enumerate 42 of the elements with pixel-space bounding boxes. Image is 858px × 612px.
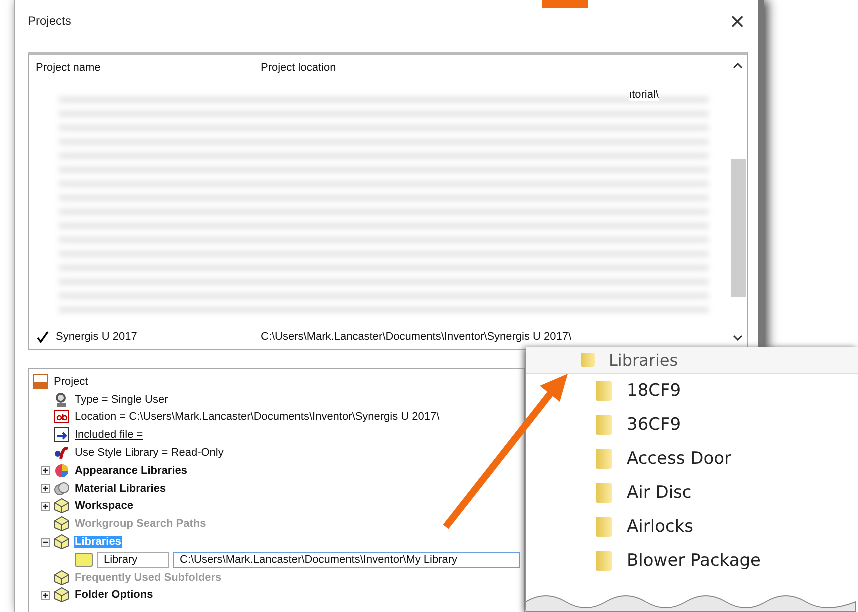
project-row[interactable]: Synergis U 2017 C:\Users\Mark.Lancaster\Documents\Inventor\Synergis U 2017\ — [29, 325, 729, 349]
tree-item[interactable]: Included file = — [74, 429, 144, 442]
pointer-marker — [542, 0, 588, 8]
name-field[interactable]: Library — [97, 552, 169, 568]
tree-item[interactable]: Project — [53, 376, 90, 388]
check-icon — [36, 330, 50, 344]
link-icon — [54, 427, 70, 444]
tree-item[interactable]: Appearance Libraries — [74, 464, 188, 477]
scroll-up-icon — [733, 63, 743, 69]
tree-item[interactable]: Type = Single User — [74, 394, 170, 406]
folder-item[interactable]: Air Disc — [627, 483, 692, 503]
folder-item[interactable]: 36CF9 — [627, 415, 682, 435]
tree-item[interactable]: Use Style Library = Read-Only — [74, 447, 225, 460]
tree-item[interactable]: Material Libraries — [74, 482, 168, 495]
text-icon — [54, 409, 70, 426]
scroll-down-icon — [733, 335, 743, 341]
collapse-icon[interactable] — [41, 538, 50, 547]
scroll-thumb[interactable] — [730, 159, 746, 297]
tree-item[interactable]: Workspace — [74, 500, 134, 512]
expand-icon[interactable] — [41, 484, 50, 494]
path-field[interactable]: C:\Users\Mark.Lancaster\Documents\Inventor\My Library — [173, 552, 520, 568]
folder-item[interactable]: Access Door — [627, 449, 732, 469]
material-icon — [54, 480, 70, 497]
close-button[interactable]: × — [727, 9, 748, 33]
folder-item[interactable]: Airlocks — [627, 517, 694, 537]
style-icon — [54, 445, 70, 462]
appearance-icon — [54, 462, 70, 479]
folder-item[interactable]: Blower Package — [627, 551, 762, 571]
project-file-icon — [33, 374, 49, 390]
folder-item[interactable]: 18CF9 — [627, 381, 682, 401]
column-header[interactable]: Project name — [29, 62, 261, 74]
project-location: C:\Users\Mark.Lancaster\Documents\Inventor\Synergis U 2017\ — [261, 331, 573, 343]
column-header[interactable]: Project location — [261, 62, 729, 74]
tree-item[interactable]: Location = C:\Users\Mark.Lancaster\Documents\Inventor\Synergis U 2017\ — [74, 411, 441, 424]
tree-item[interactable]: Folder Options — [74, 589, 154, 602]
folder-title: Libraries — [609, 350, 678, 370]
project-location: ıtorial\ — [629, 89, 659, 101]
expand-icon[interactable] — [41, 590, 50, 600]
expand-icon[interactable] — [41, 466, 50, 476]
expand-icon[interactable] — [41, 502, 50, 511]
window-title: Projects — [28, 14, 72, 28]
project-name: Synergis U 2017 — [56, 331, 138, 343]
